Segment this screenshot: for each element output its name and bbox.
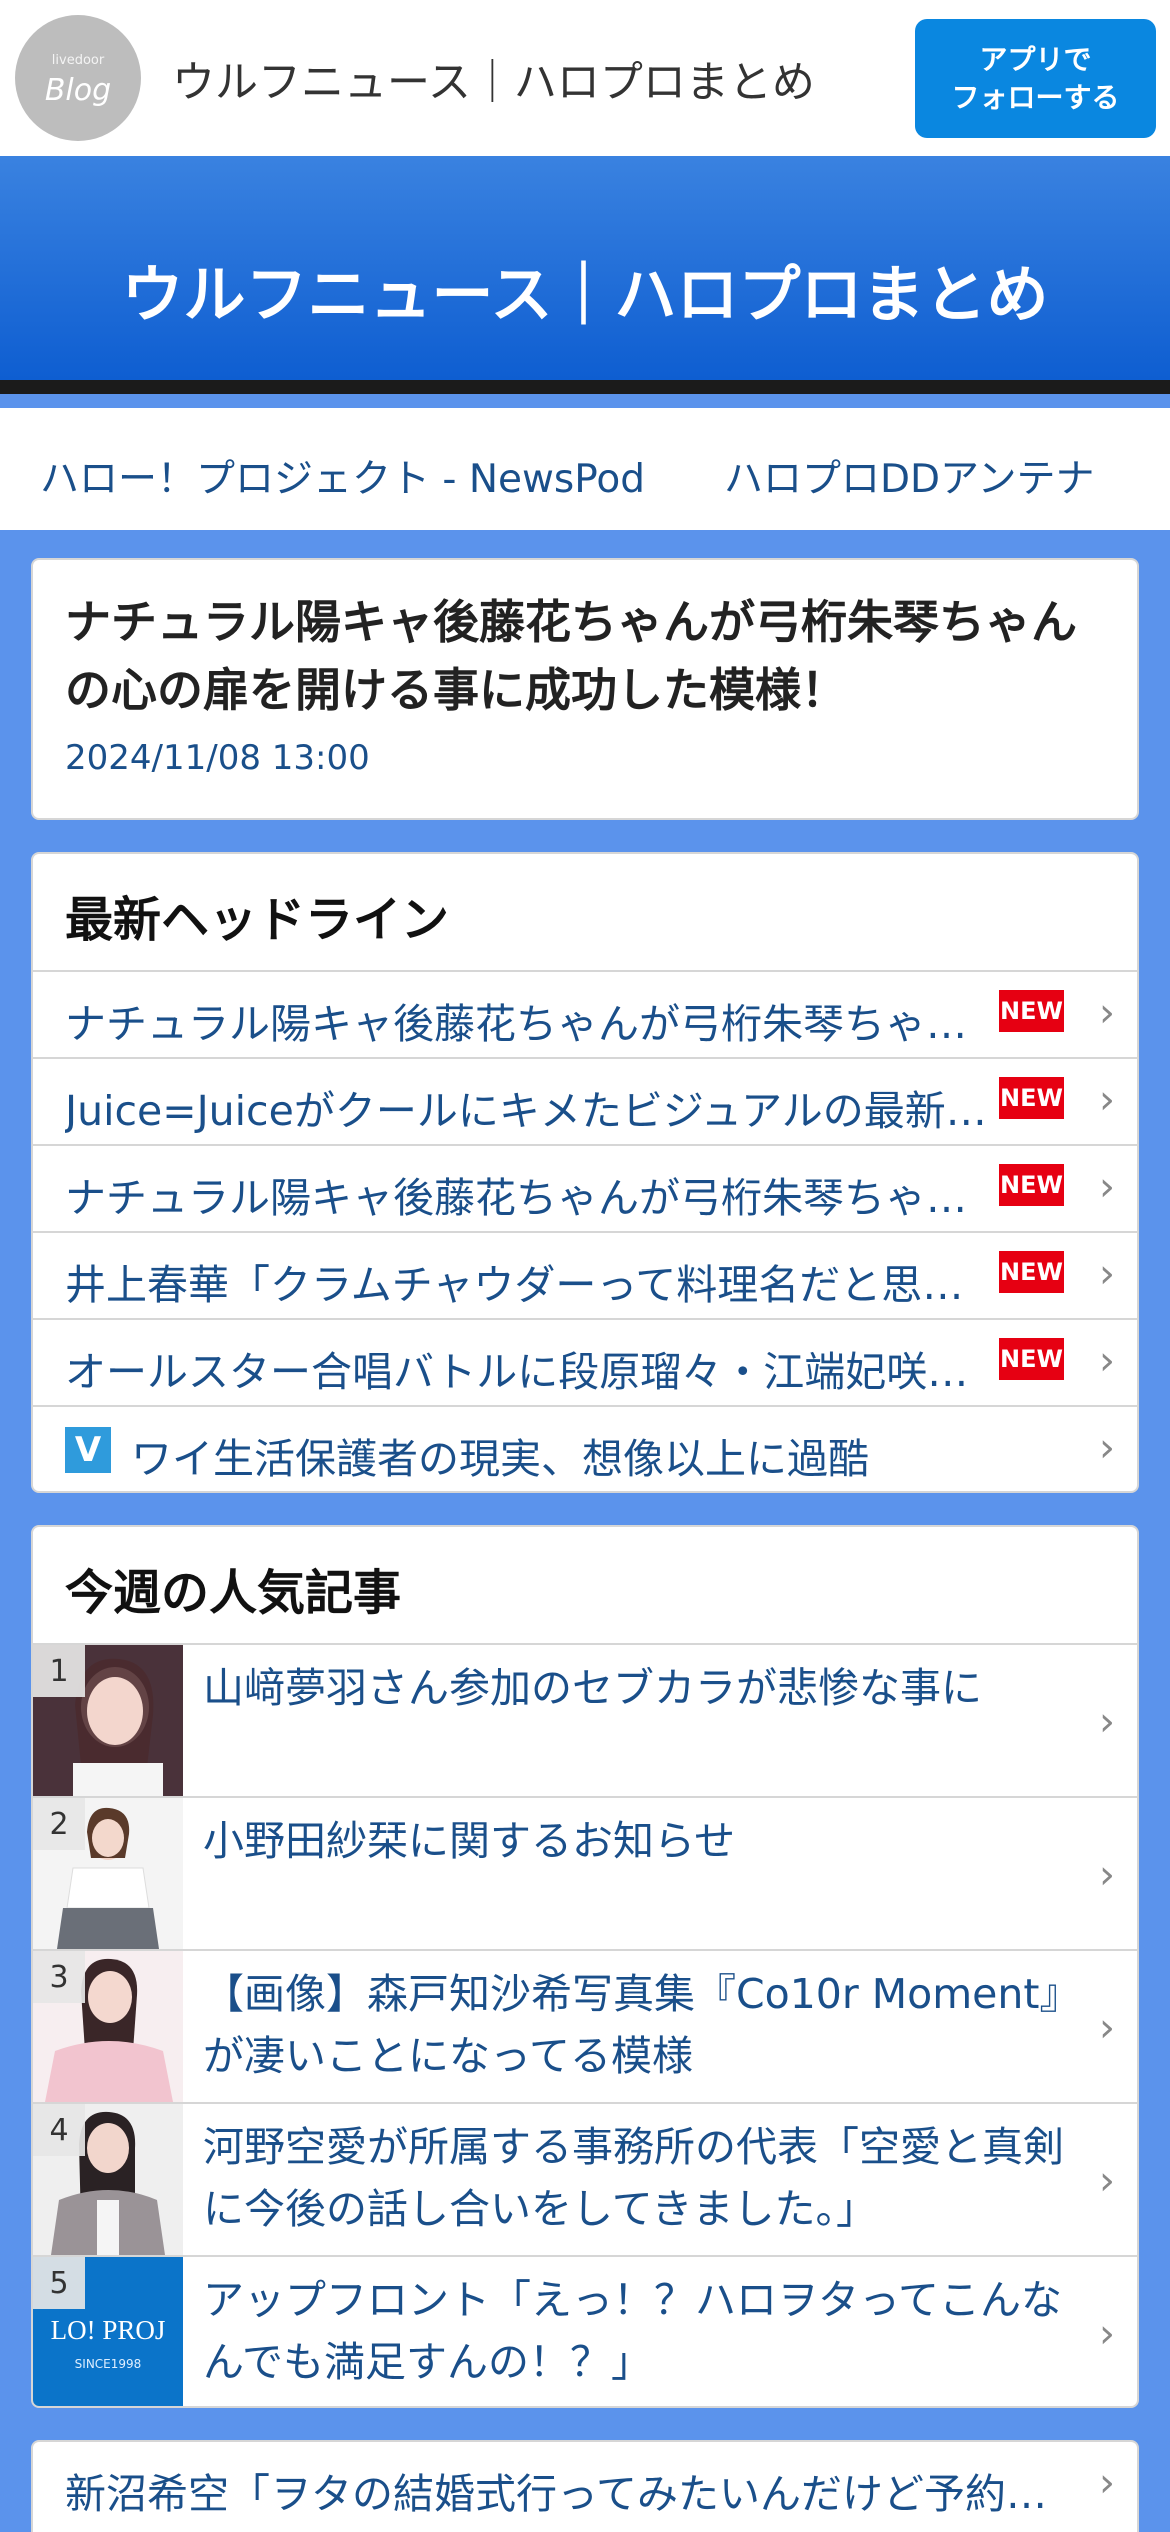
new-badge: NEW [999,990,1064,1032]
new-badge: NEW [999,1077,1064,1119]
thumbnail-logo-text: LO! PROJ [50,2315,166,2345]
headline-item[interactable]: Juice=Juiceがクールにキメたビジュアルの最新カットを公開 NEW › [33,1057,1137,1144]
headline-text: 井上春華「クラムチャウダーって料理名だと思ってた」 [65,1261,995,1309]
livedoor-blog-logo[interactable]: livedoor Blog [15,15,141,141]
popular-item[interactable]: 3 【画像】森戸知沙希写真集『Co10r Moment』が凄いことになってる模様… [33,1949,1137,2102]
logo-small-text: livedoor [51,53,105,68]
chevron-right-icon: › [1099,2460,1115,2506]
headline-item[interactable]: 井上春華「クラムチャウダーって料理名だと思ってた」 NEW › [33,1231,1137,1318]
logo-big-text: Blog [44,73,112,108]
chevron-right-icon: › [1099,2005,1115,2051]
latest-headlines-card: 最新ヘッドライン ナチュラル陽キャ後藤花ちゃんが弓桁朱琴ちゃんの心の扉を開ける事… [31,852,1139,1493]
headlines-heading: 最新ヘッドライン [65,892,450,948]
popular-heading: 今週の人気記事 [65,1565,402,1621]
follow-in-app-button[interactable]: アプリで フォローする [915,19,1156,138]
article-thumbnail: 3 [33,1951,183,2102]
headline-text: ワイ生活保護者の現実、想像以上に過酷 [131,1435,869,1483]
article-card: ナチュラル陽キャ後藤花ちゃんが弓桁朱琴ちゃんの心の扉を開ける事に成功した模様！ … [31,558,1139,820]
new-badge: NEW [999,1251,1064,1293]
more-articles-card: 新沼希空「ヲタの結婚式行ってみたいんだけど予約とかしてないの？」 › [31,2440,1139,2532]
follow-button-line1: アプリで [979,42,1092,76]
chevron-right-icon: › [1099,1852,1115,1898]
popular-item[interactable]: LO! PROJ SINCE1998 5 アップフロント「えっ！？ハロヲタってこ… [33,2255,1137,2406]
link-newspod[interactable]: ハロー！プロジェクト - NewsPod [40,448,645,504]
headline-text: ナチュラル陽キャ後藤花ちゃんが弓桁朱琴ちゃんの心の扉を開けた模様 [65,1174,995,1222]
sponsored-headline-item[interactable]: V ワイ生活保護者の現実、想像以上に過酷 › [33,1405,1137,1491]
follow-button-line2: フォローする [951,80,1120,114]
chevron-right-icon: › [1099,1164,1115,1210]
rank-badge: 3 [33,1951,85,2003]
blog-title[interactable]: ウルフニュース｜ハロプロまとめ [0,244,1170,334]
popular-item-title: 【画像】森戸知沙希写真集『Co10r Moment』が凄いことになってる模様 [203,1970,1081,2080]
chevron-right-icon: › [1099,1077,1115,1123]
popular-item-title: 山﨑夢羽さん参加のセブカラが悲惨な事に [203,1664,982,1712]
popular-item-title: 小野田紗栞に関するお知らせ [203,1817,736,1865]
popular-item[interactable]: 2 小野田紗栞に関するお知らせ › [33,1796,1137,1949]
related-links-nav: ハロー！プロジェクト - NewsPod ハロプロDDアンテナ [0,408,1170,530]
headline-item[interactable]: オールスター合唱バトルに段原瑠々・江端妃咲が出演 NEW › [33,1318,1137,1405]
article-thumbnail: 4 [33,2104,183,2255]
rank-badge: 1 [33,1645,85,1697]
thumbnail-logo-subtext: SINCE1998 [74,2357,142,2371]
chevron-right-icon: › [1099,1699,1115,1745]
popular-item-title: 河野空愛が所属する事務所の代表「空愛と真剣に今後の話し合いをしてきました。」 [203,2123,1064,2233]
more-article-item[interactable]: 新沼希空「ヲタの結婚式行ってみたいんだけど予約とかしてないの？」 › [33,2442,1137,2532]
article-thumbnail: 2 [33,1798,183,1949]
headline-item[interactable]: ナチュラル陽キャ後藤花ちゃんが弓桁朱琴ちゃんの心の扉を開けた模様 NEW › [33,1144,1137,1231]
chevron-right-icon: › [1099,1425,1115,1471]
chevron-right-icon: › [1099,1338,1115,1384]
popular-item[interactable]: 4 河野空愛が所属する事務所の代表「空愛と真剣に今後の話し合いをしてきました。」… [33,2102,1137,2255]
article-thumbnail: LO! PROJ SINCE1998 5 [33,2257,183,2406]
site-name[interactable]: ウルフニュース｜ハロプロまとめ [172,48,815,110]
v-logo-icon: V [65,1427,111,1473]
rank-badge: 5 [33,2257,85,2309]
link-dd-antenna[interactable]: ハロプロDDアンテナ [724,448,1095,504]
chevron-right-icon: › [1099,1251,1115,1297]
popular-articles-card: 今週の人気記事 1 山﨑夢羽さん参加のセブカラが悲惨な事に › 2 小野田紗栞に… [31,1525,1139,2408]
blog-header-banner: ウルフニュース｜ハロプロまとめ [0,156,1170,394]
new-badge: NEW [999,1338,1064,1380]
new-badge: NEW [999,1164,1064,1206]
rank-badge: 2 [33,1798,85,1850]
popular-item[interactable]: 1 山﨑夢羽さん参加のセブカラが悲惨な事に › [33,1643,1137,1796]
chevron-right-icon: › [1099,2311,1115,2357]
popular-item-title: アップフロント「えっ！？ハロヲタってこんなんでも満足すんの！？」 [203,2276,1062,2386]
headline-text: Juice=Juiceがクールにキメたビジュアルの最新カットを公開 [65,1087,995,1135]
more-article-text: 新沼希空「ヲタの結婚式行ってみたいんだけど予約とかしてないの？」 [65,2470,1065,2518]
headline-item[interactable]: ナチュラル陽キャ後藤花ちゃんが弓桁朱琴ちゃんの心の扉を開ける事に成功した模様！ … [33,970,1137,1057]
chevron-right-icon: › [1099,990,1115,1036]
article-thumbnail: 1 [33,1645,183,1796]
article-date: 2024/11/08 13:00 [65,738,370,778]
rank-badge: 4 [33,2104,85,2156]
headline-text: ナチュラル陽キャ後藤花ちゃんが弓桁朱琴ちゃんの心の扉を開ける事に成功した模様！ [65,1000,995,1048]
headline-text: オールスター合唱バトルに段原瑠々・江端妃咲が出演 [65,1348,995,1396]
app-top-bar: livedoor Blog ウルフニュース｜ハロプロまとめ アプリで フォローす… [0,0,1170,156]
article-title[interactable]: ナチュラル陽キャ後藤花ちゃんが弓桁朱琴ちゃんの心の扉を開ける事に成功した模様！ [65,588,1105,724]
chevron-right-icon: › [1099,2158,1115,2204]
